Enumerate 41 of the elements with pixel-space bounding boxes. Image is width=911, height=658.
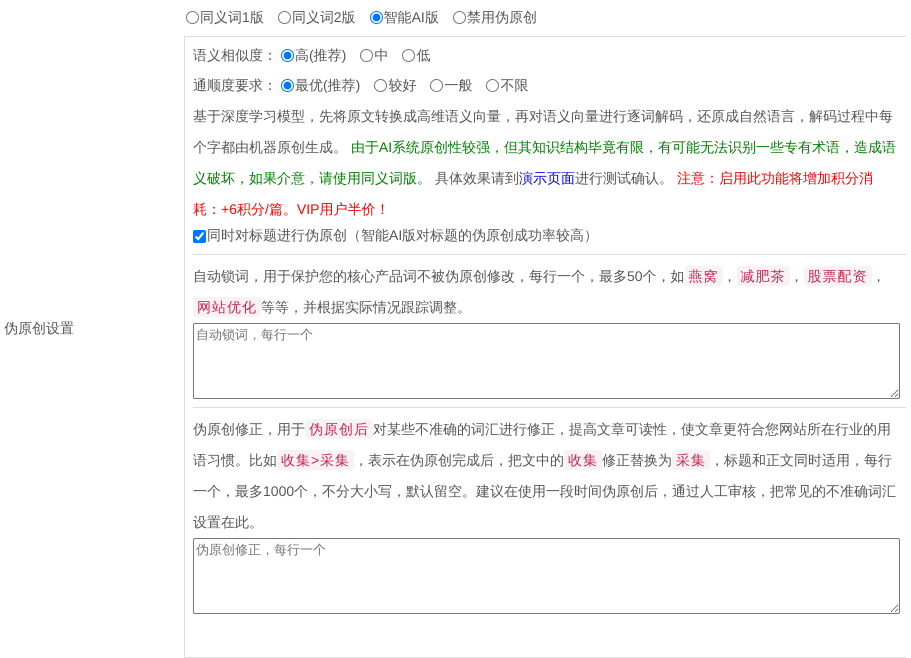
radio-button[interactable] bbox=[281, 79, 294, 92]
radio-button[interactable] bbox=[430, 79, 444, 92]
field-label: 通顺度要求： bbox=[193, 77, 277, 95]
option-label[interactable]: 同义词1版 bbox=[200, 8, 264, 27]
radio-button[interactable] bbox=[186, 11, 199, 24]
field-label: 语义相似度： bbox=[193, 47, 277, 65]
checkbox-label[interactable]: 同时对标题进行伪原创（智能AI版对标题的伪原创成功率较高） bbox=[207, 227, 598, 245]
section-label: 伪原创设置 bbox=[4, 320, 74, 338]
keyword-tag: 收集>采集 bbox=[277, 450, 354, 470]
option-label[interactable]: 最优(推荐) bbox=[295, 76, 360, 95]
radio-button[interactable] bbox=[360, 49, 374, 62]
option-label[interactable]: 一般 bbox=[444, 76, 472, 95]
radio-button[interactable] bbox=[278, 11, 291, 24]
description-text: 基于深度学习模型，先将原文转换成高维语义向量，再对语义向量进行逐词解码，还原成自然语言，解码过程中每个字都由机器原创生成。 由于AI系统原创性较强，但其知识结构毕竟有限，有可能无法识别一些专有术语，造成语义破坏，如果介意，请使用同义词版。 具体效果请到演示页面进行测试确认。 注意：启用此功能将增加积分消耗：+6积分/篇。VIP用户半价！ bbox=[193, 107, 898, 219]
keyword-tag: 网站优化 bbox=[193, 296, 261, 316]
keyword-tag: 股票配资 bbox=[804, 266, 872, 286]
option-label[interactable]: 高(推荐) bbox=[295, 46, 346, 65]
option-label[interactable]: 同义词2版 bbox=[292, 8, 356, 27]
option-label[interactable]: 禁用伪原创 bbox=[466, 8, 537, 27]
radio-button[interactable] bbox=[370, 11, 383, 24]
radio-button[interactable] bbox=[374, 79, 388, 92]
radio-button[interactable] bbox=[452, 11, 466, 24]
keyword-tag: 燕窝 bbox=[684, 266, 723, 286]
option-label[interactable]: 中 bbox=[374, 46, 388, 65]
option-label[interactable]: 智能AI版 bbox=[384, 8, 439, 27]
radio-button[interactable] bbox=[402, 49, 416, 62]
checkbox[interactable] bbox=[193, 230, 206, 242]
description-text: 自动锁词，用于保护您的核心产品词不被伪原创修改，每行一个，最多50个，如 燕窝 ， 减肥茶 ， 股票配资 ， 网站优化 等等，并根据实际情况跟踪调整。 bbox=[193, 264, 887, 318]
keyword-tag: 伪原创后 bbox=[305, 418, 373, 438]
keyword-tag: 采集 bbox=[672, 450, 710, 470]
option-label[interactable]: 不限 bbox=[500, 76, 528, 95]
option-label[interactable]: 低 bbox=[416, 46, 430, 65]
option-label[interactable]: 较好 bbox=[388, 76, 416, 95]
demo-link[interactable]: 演示页面 bbox=[518, 170, 575, 186]
keyword-tag: 收集 bbox=[564, 450, 602, 470]
radio-button[interactable] bbox=[281, 49, 294, 62]
radio-button[interactable] bbox=[486, 79, 500, 92]
keyword-tag: 减肥茶 bbox=[736, 266, 790, 286]
input-field[interactable]: 自动锁词，每行一个 bbox=[193, 322, 900, 398]
description-text: 伪原创修正，用于 伪原创后 对某些不准确的词汇进行修正，提高文章可读性，使文章更符合您网站所在行业的用语习惯。比如 收集>采集 ，表示在伪原创完成后，把文中的 收集 修正替换为 采集 ，标题和正文同时适用，每行一个，最多1000个，不分大小写，默认留空。建议在使用一段时间伪原创后，通过人工审核，把常见的不准确词汇设置在此。 bbox=[193, 418, 898, 532]
input-field[interactable]: 伪原创修正，每行一个 bbox=[193, 538, 900, 614]
